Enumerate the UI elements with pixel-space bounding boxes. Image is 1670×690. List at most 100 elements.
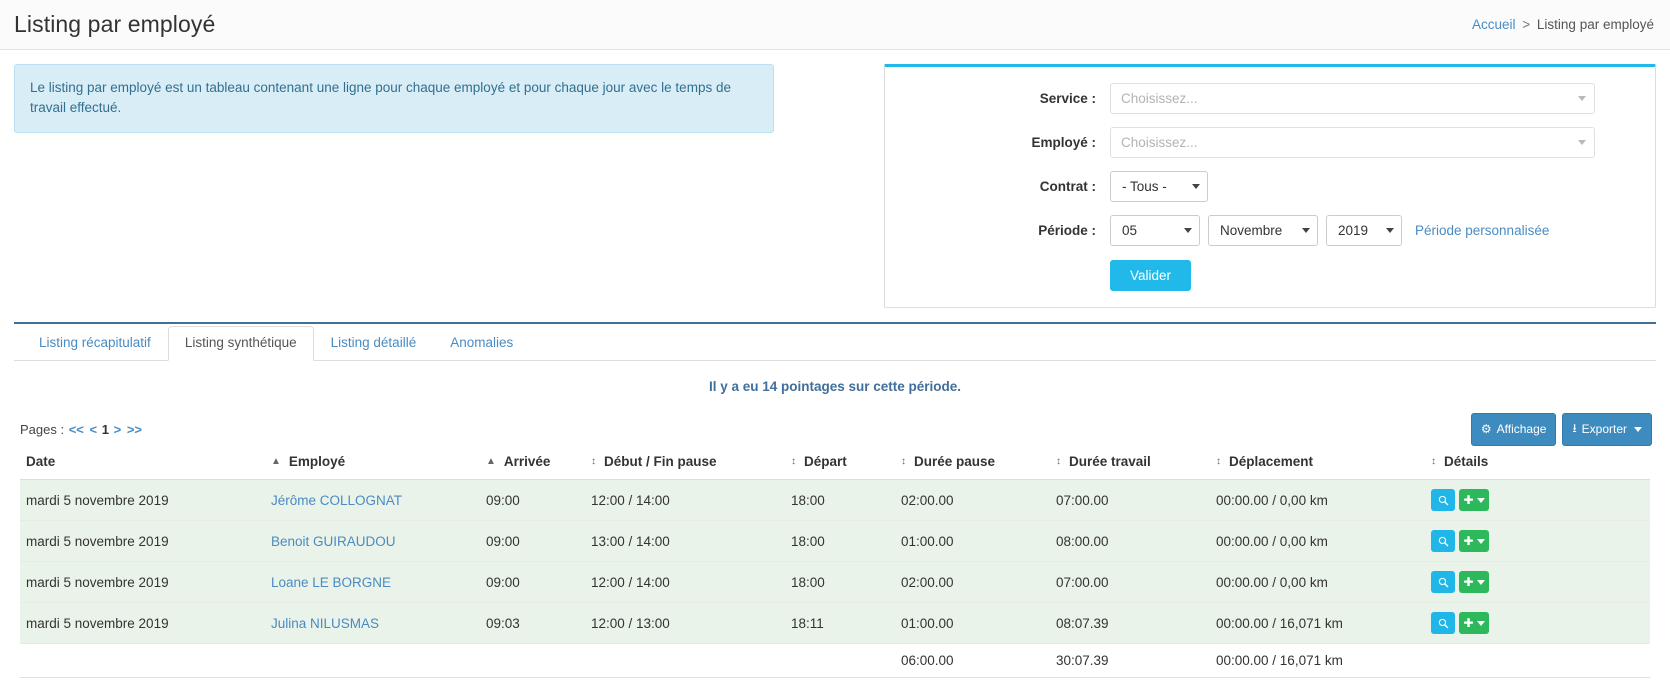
- table-row: mardi 5 novembre 2019 Loane LE BORGNE 09…: [20, 561, 1650, 603]
- cell-employe: Jérôme COLLOGNAT: [265, 479, 480, 521]
- view-details-button[interactable]: [1431, 489, 1455, 511]
- table-header-row: Date ▲ Employé ▲ Arrivée ↕ Début / Fin paus…: [20, 448, 1650, 480]
- contrat-label: Contrat :: [1039, 179, 1096, 194]
- breadcrumb-separator: >: [1522, 17, 1531, 32]
- cell-duree-pause: 02:00.00: [895, 561, 1050, 603]
- cell-arrivee: 09:03: [480, 602, 585, 644]
- sort-both-icon: ↕: [1056, 456, 1061, 468]
- table-row: mardi 5 novembre 2019 Benoit GUIRAUDOU 0…: [20, 520, 1650, 562]
- page-title: Listing par employé: [14, 11, 216, 37]
- col-header-date-label: Date: [26, 454, 56, 469]
- col-header-details-label: Détails: [1444, 454, 1489, 469]
- chevron-down-icon: [1386, 228, 1394, 233]
- plus-icon: ✚: [1463, 534, 1474, 548]
- cell-employe: Julina NILUSMAS: [265, 602, 480, 644]
- service-select[interactable]: Choisissez...: [1110, 83, 1595, 114]
- custom-period-link[interactable]: Période personnalisée: [1415, 223, 1549, 238]
- cell-depart: 18:00: [785, 479, 895, 521]
- periode-day-select[interactable]: 05: [1110, 215, 1200, 246]
- breadcrumb-current: Listing par employé: [1536, 17, 1654, 32]
- periode-month-value: Novembre: [1220, 223, 1283, 238]
- tab-listing-synthetique[interactable]: Listing synthétique: [167, 326, 314, 361]
- sort-both-icon: ↕: [1216, 456, 1221, 468]
- cell-details: ✚: [1425, 520, 1650, 562]
- add-details-dropdown-button[interactable]: ✚: [1459, 489, 1489, 511]
- listing-tabs: Listing récapitulatif Listing synthétiqu…: [14, 324, 1656, 361]
- cell-employe: Benoit GUIRAUDOU: [265, 520, 480, 562]
- tab-anomalies[interactable]: Anomalies: [433, 326, 530, 361]
- caret-down-icon: [1476, 497, 1485, 503]
- col-header-pause-label: Début / Fin pause: [604, 454, 717, 469]
- cell-deplacement: 00:00.00 / 0,00 km: [1210, 561, 1425, 603]
- tab-listing-detaille[interactable]: Listing détaillé: [314, 326, 434, 361]
- totals-empty-details: [1425, 643, 1650, 678]
- employe-select[interactable]: Choisissez...: [1110, 127, 1595, 158]
- periode-year-value: 2019: [1338, 223, 1369, 238]
- view-details-button[interactable]: [1431, 571, 1455, 593]
- periode-label: Période :: [1038, 223, 1096, 238]
- cell-details: ✚: [1425, 479, 1650, 521]
- tab-listing-recapitulatif[interactable]: Listing récapitulatif: [22, 326, 168, 361]
- view-details-button[interactable]: [1431, 530, 1455, 552]
- col-header-employe-label: Employé: [288, 454, 346, 469]
- add-details-dropdown-button[interactable]: ✚: [1459, 530, 1489, 552]
- caret-down-icon: [1476, 620, 1485, 626]
- plus-icon: ✚: [1463, 616, 1474, 630]
- breadcrumb-home-link[interactable]: Accueil: [1472, 17, 1516, 32]
- employe-link[interactable]: Loane LE BORGNE: [271, 575, 391, 590]
- pagination: Pages : << < 1 > >>: [20, 422, 143, 437]
- cell-duree-pause: 01:00.00: [895, 520, 1050, 562]
- page-header: Listing par employé Accueil > Listing pa…: [0, 0, 1670, 50]
- view-details-button[interactable]: [1431, 612, 1455, 634]
- service-label: Service :: [1039, 91, 1096, 106]
- col-header-depart-label: Départ: [804, 454, 847, 469]
- sort-both-icon: ↕: [791, 456, 796, 468]
- periode-month-select[interactable]: Novembre: [1208, 215, 1318, 246]
- employe-link[interactable]: Julina NILUSMAS: [271, 616, 379, 631]
- sort-both-icon: ↕: [901, 456, 906, 468]
- gear-icon: ⚙: [1480, 422, 1492, 436]
- cell-pause: 12:00 / 14:00: [585, 479, 785, 521]
- employe-link[interactable]: Jérôme COLLOGNAT: [271, 493, 402, 508]
- add-details-dropdown-button[interactable]: ✚: [1459, 571, 1489, 593]
- validate-button[interactable]: Valider: [1110, 260, 1192, 291]
- plus-icon: ✚: [1463, 493, 1474, 507]
- magnifier-icon: [1438, 536, 1448, 546]
- cell-details: ✚: [1425, 561, 1650, 603]
- add-details-dropdown-button[interactable]: ✚: [1459, 612, 1489, 634]
- exporter-button[interactable]: ⭳ Exporter: [1562, 412, 1652, 446]
- download-icon: ⭳: [1572, 420, 1577, 435]
- pointages-count-message: Il y a eu 14 pointages sur cette période…: [708, 379, 962, 394]
- plus-icon: ✚: [1463, 575, 1474, 589]
- pagination-next[interactable]: >: [114, 422, 122, 437]
- cell-arrivee: 09:00: [480, 479, 585, 521]
- cell-deplacement: 00:00.00 / 0,00 km: [1210, 520, 1425, 562]
- col-header-duree-travail[interactable]: ↕ Durée travail: [1050, 448, 1210, 480]
- totals-empty-employe: [265, 643, 480, 678]
- col-header-deplacement[interactable]: ↕ Déplacement: [1210, 448, 1425, 480]
- employe-link[interactable]: Benoit GUIRAUDOU: [271, 534, 396, 549]
- totals-empty-arrivee: [480, 643, 585, 678]
- table-row: mardi 5 novembre 2019 Jérôme COLLOGNAT 0…: [20, 479, 1650, 521]
- cell-pause: 12:00 / 13:00: [585, 602, 785, 644]
- col-header-arrivee[interactable]: ▲ Arrivée: [480, 448, 585, 480]
- breadcrumb: Accueil > Listing par employé: [1472, 17, 1654, 32]
- pagination-prev[interactable]: <: [90, 422, 98, 437]
- pagination-first[interactable]: <<: [69, 422, 84, 437]
- col-header-arrivee-label: Arrivée: [503, 454, 551, 469]
- col-header-duree-pause[interactable]: ↕ Durée pause: [895, 448, 1050, 480]
- col-header-depart[interactable]: ↕ Départ: [785, 448, 895, 480]
- totals-empty-date: [20, 643, 265, 678]
- contrat-select[interactable]: - Tous -: [1110, 171, 1208, 202]
- affichage-button[interactable]: ⚙ Affichage: [1470, 412, 1557, 446]
- sort-both-icon: ↕: [1431, 456, 1436, 468]
- pagination-last[interactable]: >>: [127, 422, 142, 437]
- cell-duree-travail: 07:00.00: [1050, 561, 1210, 603]
- listing-table-body: mardi 5 novembre 2019 Jérôme COLLOGNAT 0…: [20, 479, 1650, 678]
- periode-year-select[interactable]: 2019: [1326, 215, 1402, 246]
- col-header-date[interactable]: Date: [20, 448, 265, 480]
- cell-date: mardi 5 novembre 2019: [20, 602, 265, 644]
- col-header-employe[interactable]: ▲ Employé: [265, 448, 480, 480]
- cell-duree-travail: 07:00.00: [1050, 479, 1210, 521]
- col-header-pause[interactable]: ↕ Début / Fin pause: [585, 448, 785, 480]
